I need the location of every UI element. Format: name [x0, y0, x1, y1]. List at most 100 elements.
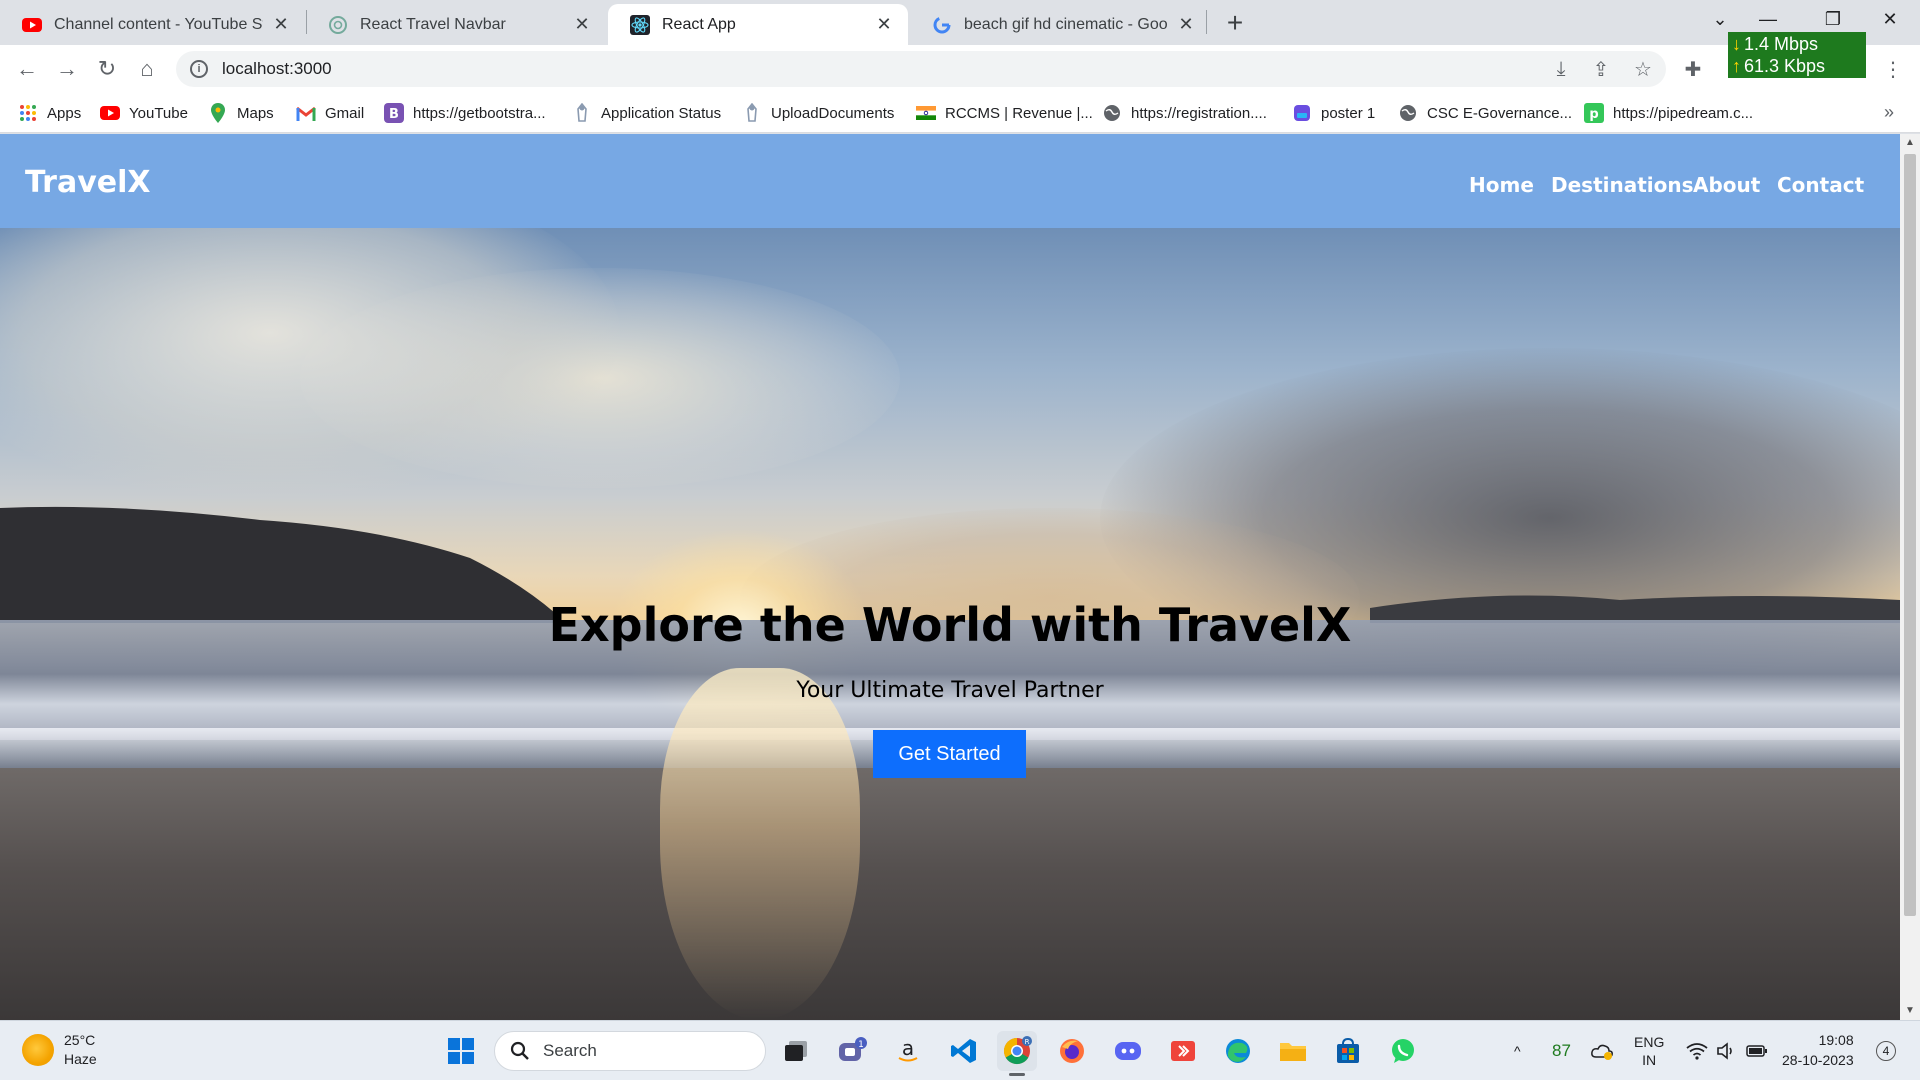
input-language-indicator[interactable]: ENG IN [1634, 1021, 1664, 1080]
bookmark-youtube[interactable]: YouTube [100, 101, 188, 125]
battery-icon[interactable] [1746, 1021, 1768, 1080]
task-view-icon[interactable] [776, 1031, 816, 1071]
close-tab-icon[interactable]: ✕ [874, 14, 894, 35]
nav-destinations-link[interactable]: Destinations [1551, 173, 1694, 197]
tab-google-search[interactable]: beach gif hd cinematic - Google ✕ [910, 4, 1210, 45]
close-tab-icon[interactable]: ✕ [271, 14, 291, 35]
more-bookmarks-chevron-icon[interactable]: » [1884, 102, 1894, 123]
vscode-icon[interactable] [944, 1031, 984, 1071]
scroll-up-arrow-icon[interactable]: ▲ [1905, 138, 1915, 148]
reload-icon[interactable]: ↻ [92, 54, 122, 84]
edge-icon[interactable] [1218, 1031, 1258, 1071]
nav-home-link[interactable]: Home [1469, 173, 1534, 197]
windows-start-icon[interactable] [441, 1031, 481, 1071]
wifi-icon[interactable] [1686, 1021, 1708, 1080]
address-bar[interactable]: i localhost:3000 [176, 51, 1666, 87]
bootstrap-icon: B [384, 103, 404, 123]
nav-contact-link[interactable]: Contact [1777, 173, 1864, 197]
bookmark-label: poster 1 [1321, 104, 1376, 122]
bookmark-label: https://registration.... [1131, 104, 1267, 122]
bookmarks-bar: Apps YouTube Maps Gmail B https://getboo… [0, 93, 1920, 133]
tab-youtube-studio[interactable]: Channel content - YouTube Stud ✕ [0, 4, 305, 45]
tab-title: Channel content - YouTube Stud [54, 15, 263, 33]
clock-time: 19:08 [1818, 1032, 1854, 1048]
page-viewport: TravelX Home Destinations About Contact … [0, 134, 1920, 1020]
site-info-icon[interactable]: i [190, 60, 208, 78]
google-icon [932, 15, 952, 35]
scrollbar-thumb[interactable] [1904, 154, 1916, 916]
bookmark-pipedream[interactable]: p https://pipedream.c... [1584, 101, 1753, 125]
nav-about-link[interactable]: About [1693, 173, 1760, 197]
bookmark-gmail[interactable]: Gmail [296, 101, 364, 125]
tab-strip: Channel content - YouTube Stud ✕ React T… [0, 0, 1920, 45]
site-navbar: TravelX Home Destinations About Contact [0, 134, 1900, 228]
anydesk-icon[interactable] [1163, 1031, 1203, 1071]
chrome-app-icon[interactable]: R [997, 1031, 1037, 1071]
bookmark-apps[interactable]: Apps [18, 101, 81, 125]
extensions-puzzle-icon[interactable]: ✚ [1680, 56, 1706, 82]
apps-grid-icon [18, 103, 38, 123]
bookmark-getbootstrap[interactable]: B https://getbootstra... [384, 101, 546, 125]
bookmark-maps[interactable]: Maps [208, 101, 274, 125]
scroll-down-arrow-icon[interactable]: ▼ [1905, 1006, 1915, 1016]
globe-icon [1398, 103, 1418, 123]
home-icon[interactable]: ⌂ [132, 54, 162, 84]
emblem-icon [742, 103, 762, 123]
bookmark-rccms[interactable]: RCCMS | Revenue |... [916, 101, 1093, 125]
bookmark-label: https://getbootstra... [413, 104, 546, 122]
bookmark-poster-1[interactable]: poster 1 [1292, 101, 1375, 125]
show-hidden-icons-chevron-icon[interactable]: ^ [1514, 1021, 1521, 1080]
share-icon[interactable]: ⇪ [1588, 56, 1614, 82]
volume-speaker-icon[interactable] [1716, 1021, 1736, 1080]
close-window-icon[interactable]: ✕ [1870, 4, 1910, 34]
chrome-menu-icon[interactable]: ⋮ [1880, 56, 1906, 82]
bookmark-label: https://pipedream.c... [1613, 104, 1754, 122]
tab-react-travel-navbar[interactable]: React Travel Navbar ✕ [306, 4, 606, 45]
forward-arrow-icon[interactable]: → [52, 54, 82, 84]
weather-condition: Haze [64, 1051, 97, 1067]
discord-icon[interactable] [1108, 1031, 1148, 1071]
bookmark-registration[interactable]: https://registration.... [1102, 101, 1267, 125]
hero-subtitle: Your Ultimate Travel Partner [796, 678, 1104, 703]
taskbar-search-input[interactable]: Search [494, 1031, 766, 1071]
tab-react-app[interactable]: React App ✕ [608, 4, 908, 45]
upload-speed: 61.3 Kbps [1744, 56, 1826, 76]
bookmark-label: UploadDocuments [771, 104, 895, 122]
page-scrollbar[interactable]: ▲ ▼ [1900, 134, 1920, 1020]
amazon-app-icon[interactable]: a [888, 1031, 928, 1071]
region-code: IN [1642, 1052, 1657, 1068]
active-app-indicator [1009, 1073, 1025, 1076]
bookmark-label: Gmail [325, 104, 365, 122]
install-app-icon[interactable]: ⤓ [1548, 56, 1574, 82]
weather-widget[interactable]: 25°C Haze [22, 1031, 97, 1069]
get-started-button[interactable]: Get Started [873, 730, 1026, 778]
tab-search-chevron-icon[interactable]: ⌄ [1700, 4, 1740, 34]
bookmark-star-icon[interactable]: ☆ [1630, 56, 1656, 82]
new-tab-plus-icon[interactable]: + [1220, 7, 1250, 38]
restore-icon[interactable]: ❐ [1813, 4, 1853, 34]
system-clock[interactable]: 19:08 28-10-2023 [1782, 1030, 1854, 1070]
battery-percent-widget[interactable]: 87 [1552, 1021, 1571, 1080]
microsoft-store-icon[interactable] [1328, 1031, 1368, 1071]
download-speed: 1.4 Mbps [1744, 34, 1819, 54]
clock-date: 28-10-2023 [1782, 1052, 1854, 1068]
svg-text:p: p [1589, 107, 1598, 122]
site-brand-logo[interactable]: TravelX [25, 165, 151, 200]
bookmark-csc-egovernance[interactable]: CSC E-Governance... [1398, 101, 1572, 125]
onedrive-cloud-icon[interactable] [1590, 1021, 1614, 1080]
file-explorer-icon[interactable] [1273, 1031, 1313, 1071]
hero-background-beach [0, 768, 1900, 1020]
address-url[interactable]: localhost:3000 [222, 59, 332, 79]
chatgpt-icon [328, 15, 348, 35]
teams-chat-icon[interactable]: 1 [832, 1031, 872, 1071]
bookmark-application-status[interactable]: Application Status [572, 101, 721, 125]
notification-count-badge[interactable]: 4 [1876, 1041, 1896, 1061]
close-tab-icon[interactable]: ✕ [1176, 14, 1196, 35]
whatsapp-icon[interactable] [1383, 1031, 1423, 1071]
firefox-icon[interactable] [1052, 1031, 1092, 1071]
back-arrow-icon[interactable]: ← [12, 54, 42, 84]
close-tab-icon[interactable]: ✕ [572, 14, 592, 35]
react-icon [630, 14, 650, 35]
minimize-icon[interactable]: — [1748, 4, 1788, 34]
bookmark-upload-documents[interactable]: UploadDocuments [742, 101, 894, 125]
